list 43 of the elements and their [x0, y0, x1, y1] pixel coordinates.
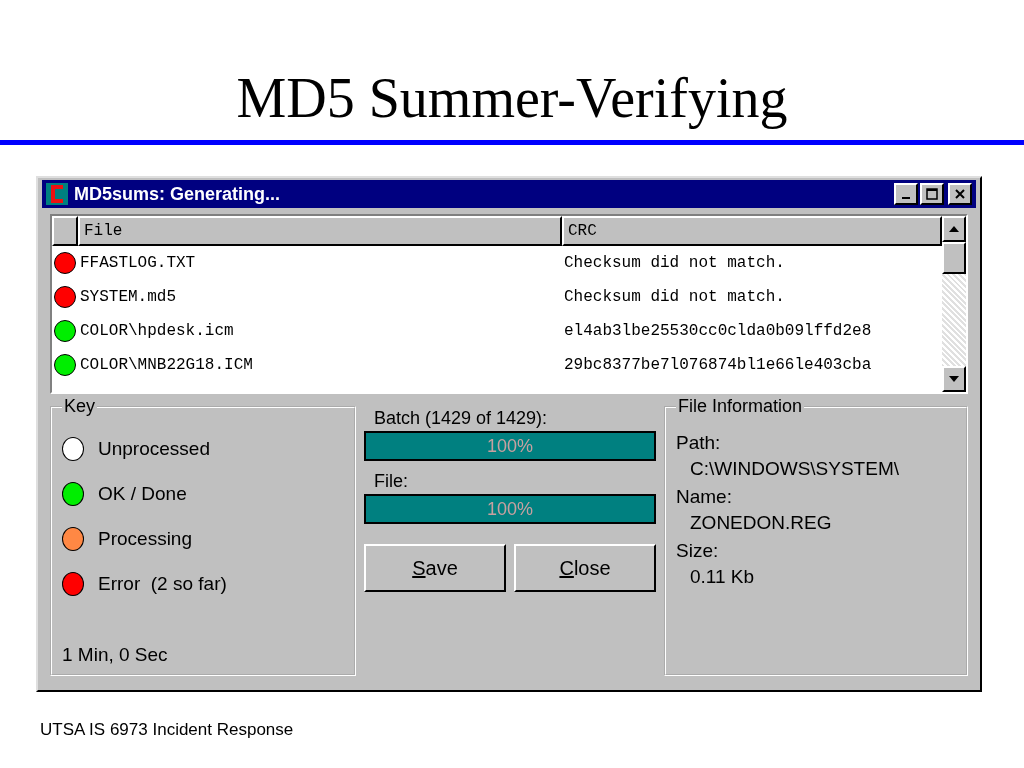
- slide-title: MD5 Summer-Verifying: [236, 68, 788, 130]
- table-cell-text: 29bc8377be7l076874bl1e66le403cba: [564, 356, 873, 374]
- close-icon: [954, 188, 966, 200]
- slide-footer: UTSA IS 6973 Incident Response: [40, 720, 294, 740]
- down-arrow-icon: [949, 376, 959, 382]
- field-value: ZONEDON.REG: [690, 512, 833, 534]
- table-cell-text: COLOR\hpdesk.icm: [80, 322, 235, 340]
- field-label: Path:: [676, 432, 722, 454]
- group-title: Key: [62, 396, 98, 417]
- legend-label: OK / Done: [98, 482, 187, 505]
- legend-label: Processing: [98, 527, 192, 550]
- minimize-icon: [902, 197, 910, 199]
- table-cell-text: FFASTLOG.TXT: [80, 254, 197, 272]
- maximize-button[interactable]: [920, 183, 944, 205]
- minimize-button[interactable]: [894, 183, 918, 205]
- table-cell-text: SYSTEM.md5: [80, 288, 177, 306]
- window-title: MD5sums: Generating...: [74, 183, 282, 205]
- maximize-icon: [926, 188, 938, 200]
- scroll-up-button[interactable]: [942, 216, 966, 242]
- table-cell-text: el4ab3lbe25530cc0clda0b09lffd2e8: [564, 322, 873, 340]
- scrollbar[interactable]: [942, 216, 966, 392]
- field-label: Size:: [676, 540, 720, 562]
- table-cell-text: Checksum did not match.: [564, 254, 786, 272]
- column-header[interactable]: File: [78, 216, 562, 246]
- progress-label: File:: [374, 471, 409, 492]
- table-cell-text: COLOR\MNB22G18.ICM: [80, 356, 254, 374]
- dialog-button[interactable]: Save: [364, 544, 506, 592]
- close-button[interactable]: [948, 183, 972, 205]
- dialog-button[interactable]: Close: [514, 544, 656, 592]
- column-header[interactable]: CRC: [562, 216, 942, 246]
- app-icon: [46, 183, 68, 205]
- progress-label: Batch (1429 of 1429):: [374, 408, 549, 429]
- progress-reading: 100%: [485, 497, 534, 521]
- field-value: 0.11 Kb: [690, 566, 756, 588]
- field-label: Name:: [676, 486, 733, 508]
- scroll-down-button[interactable]: [942, 366, 966, 392]
- table-cell-text: Checksum did not match.: [564, 288, 786, 306]
- legend-label: Unprocessed: [98, 437, 210, 460]
- legend-label: Error (2 so far): [98, 572, 227, 595]
- up-arrow-icon: [949, 226, 959, 232]
- field-value: C:\WINDOWS\SYSTEM\: [690, 458, 900, 480]
- elapsed-time: 1 Min, 0 Sec: [62, 644, 169, 666]
- progress-reading: 100%: [485, 434, 534, 458]
